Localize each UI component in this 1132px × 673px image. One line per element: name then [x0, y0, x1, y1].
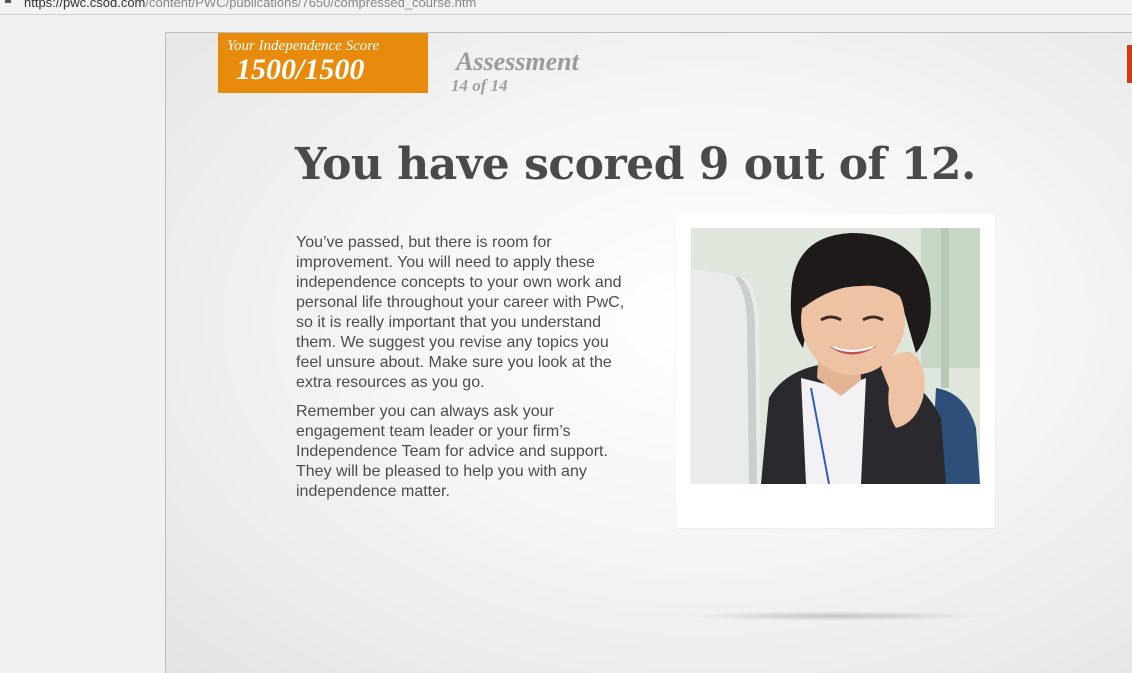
page-icon	[5, 0, 11, 3]
photo-frame	[676, 214, 995, 528]
photo-shadow	[686, 611, 986, 621]
section-title: Assessment	[456, 47, 579, 76]
woman-photo	[691, 228, 980, 484]
url-text[interactable]: https://pwc.csod.com/content/PWC/publica…	[24, 0, 476, 10]
menu-tab[interactable]	[1127, 45, 1132, 83]
message-paragraph: Remember you can always ask your engagem…	[296, 403, 608, 500]
result-headline: You have scored 9 out of 12.	[295, 139, 976, 190]
result-message: You’ve passed, but there is room for imp…	[296, 233, 626, 511]
page-progress: 14 of 14	[451, 76, 508, 95]
url-host: https://pwc.csod.com	[24, 0, 146, 10]
url-path: /content/PWC/publications/7650/compresse…	[145, 0, 477, 10]
woman-illustration	[691, 228, 980, 484]
score-value: 1500/1500	[236, 53, 365, 86]
address-bar[interactable]: https://pwc.csod.com/content/PWC/publica…	[0, 0, 1132, 15]
message-paragraph: You’ve passed, but there is room for imp…	[296, 234, 625, 391]
course-frame: Your Independence Score 1500/1500 Assess…	[165, 32, 1132, 673]
score-box: Your Independence Score 1500/1500	[218, 33, 428, 93]
